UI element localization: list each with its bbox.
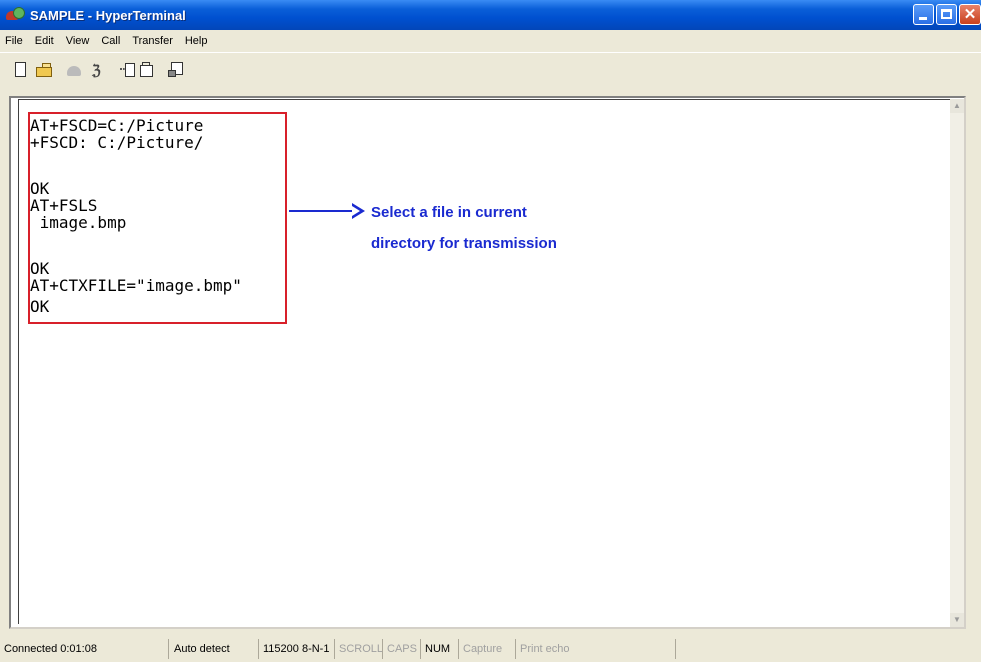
status-caps: CAPS <box>382 639 420 659</box>
status-bar: Connected 0:01:08 Auto detect 115200 8-N… <box>0 635 981 662</box>
title-bar[interactable]: SAMPLE - HyperTerminal ✕ <box>0 0 981 30</box>
vertical-scrollbar[interactable]: ▲ ▼ <box>950 99 964 627</box>
close-button[interactable]: ✕ <box>959 4 981 25</box>
properties-icon[interactable] <box>168 62 184 78</box>
window-title: SAMPLE - HyperTerminal <box>30 7 186 23</box>
toolbar: ℨ <box>0 52 981 85</box>
terminal-line: AT+CTXFILE="image.bmp" <box>30 276 242 295</box>
annotation-arrow <box>289 210 359 212</box>
minimize-icon <box>919 17 927 20</box>
hyperterminal-app-icon[interactable] <box>6 6 25 24</box>
terminal-line: AT+FSLS <box>30 196 98 215</box>
disconnect-icon[interactable]: ℨ <box>90 62 106 78</box>
open-icon[interactable] <box>36 62 52 78</box>
menu-file[interactable]: File <box>0 35 29 47</box>
minimize-button[interactable] <box>913 4 934 25</box>
scroll-up-icon[interactable]: ▲ <box>950 99 964 113</box>
maximize-icon <box>941 9 952 19</box>
menu-edit[interactable]: Edit <box>29 35 60 47</box>
call-icon[interactable] <box>66 62 82 78</box>
terminal-line: image.bmp <box>30 213 127 232</box>
terminal-line: OK <box>30 259 50 278</box>
arrow-head-inner <box>352 206 360 216</box>
status-port: 115200 8-N-1 <box>258 639 334 659</box>
terminal-screen[interactable]: AT+FSCD=C:/Picture +FSCD: C:/Picture/ OK… <box>18 99 951 624</box>
annotation-text-line1: Select a file in current <box>371 204 527 221</box>
status-detect: Auto detect <box>168 639 258 659</box>
menu-view[interactable]: View <box>60 35 96 47</box>
close-icon: ✕ <box>963 6 977 23</box>
status-print-echo: Print echo <box>515 639 675 659</box>
menu-transfer[interactable]: Transfer <box>126 35 179 47</box>
status-capture: Capture <box>458 639 515 659</box>
status-connected: Connected 0:01:08 <box>4 643 97 655</box>
new-icon[interactable] <box>13 62 29 78</box>
terminal-line: AT+FSCD=C:/Picture <box>30 116 204 135</box>
scroll-down-icon[interactable]: ▼ <box>950 613 964 627</box>
terminal-line: +FSCD: C:/Picture/ <box>30 133 204 152</box>
maximize-button[interactable] <box>936 4 957 25</box>
status-num: NUM <box>420 639 458 659</box>
menu-bar: File Edit View Call Transfer Help <box>0 30 981 51</box>
menu-call[interactable]: Call <box>95 35 126 47</box>
menu-help[interactable]: Help <box>179 35 214 47</box>
receive-icon[interactable] <box>139 62 155 78</box>
status-empty <box>675 639 965 659</box>
send-icon[interactable] <box>120 62 136 78</box>
status-scroll: SCROLL <box>334 639 383 659</box>
terminal-line: OK <box>30 179 50 198</box>
annotation-text-line2: directory for transmission <box>371 235 557 252</box>
terminal-line: OK <box>30 297 50 316</box>
